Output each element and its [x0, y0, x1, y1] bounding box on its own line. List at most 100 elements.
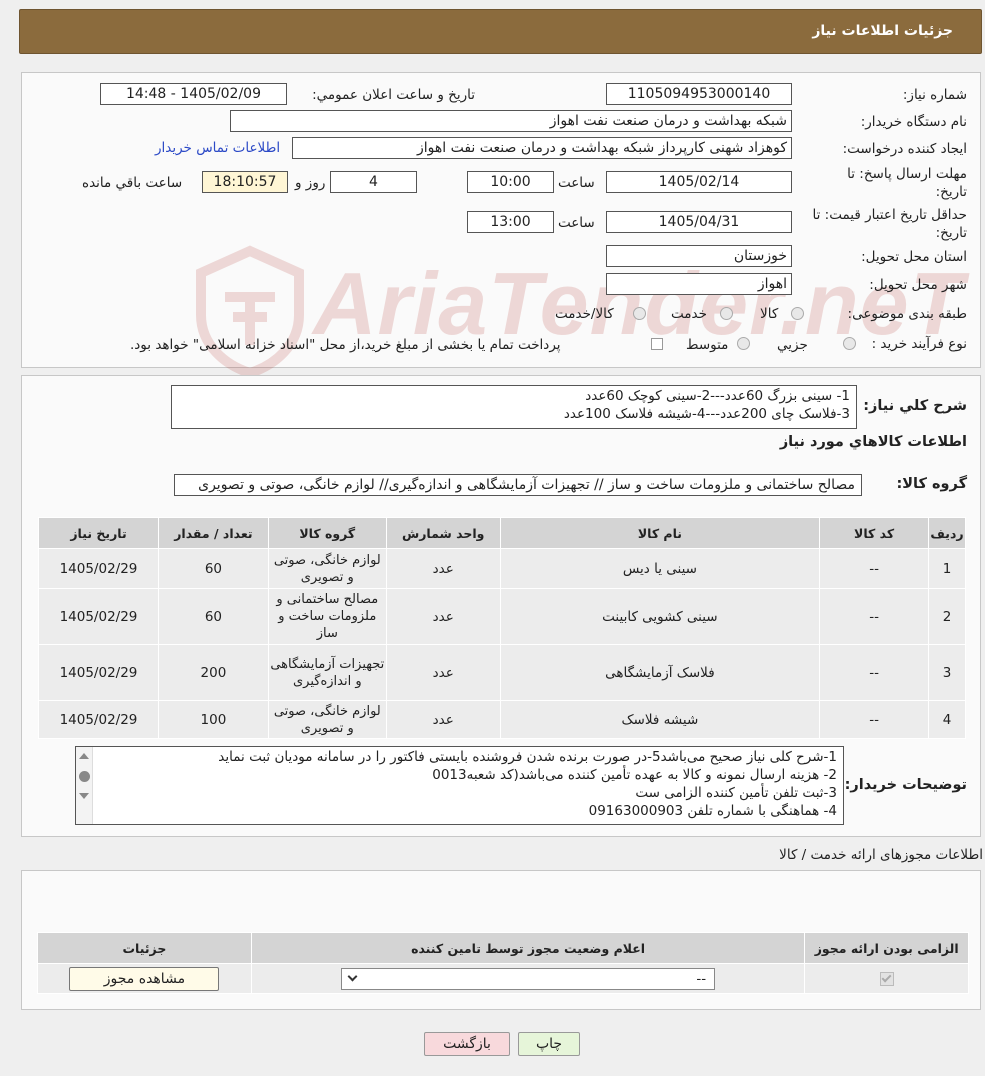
category-goods-label: کالا	[760, 306, 779, 322]
table-row: 2 -- سینی کشویی کابینت عدد مصالح ساختمان…	[38, 588, 966, 645]
days-field: 4	[330, 171, 417, 193]
cell-required	[804, 963, 969, 994]
category-goods-service-label: کالا/خدمت	[555, 306, 614, 322]
announce-field: 1405/02/09 - 14:48	[100, 83, 287, 105]
col-required: الزامی بودن ارائه مجوز	[804, 932, 969, 964]
cell-group: مصالح ساختمانی و ملزومات ساخت و ساز	[267, 588, 387, 645]
licenses-table-header: الزامی بودن ارائه مجوز اعلام وضعیت مجوز …	[37, 932, 969, 964]
view-license-button[interactable]: مشاهده مجوز	[69, 966, 220, 991]
col-status: اعلام وضعیت مجوز توسط تامین کننده	[250, 932, 806, 964]
check-icon	[881, 972, 892, 982]
validity-date-field: 1405/04/31	[606, 211, 792, 233]
summary-label: شرح کلي نياز:	[863, 398, 967, 414]
cell-code: --	[819, 548, 930, 589]
licenses-title: اطلاعات مجوزهای ارائه خدمت / کالا	[779, 847, 983, 863]
buyer-org-label: نام دستگاه خریدار:	[860, 114, 967, 130]
cell-date: 1405/02/29	[38, 548, 159, 589]
category-service-radio[interactable]	[720, 307, 733, 320]
table-row: 1 -- سینی یا دیس عدد لوازم خانگی، صوتی و…	[38, 548, 966, 589]
cell-qty: 60	[157, 588, 269, 645]
cell-index: 3	[928, 644, 966, 701]
goods-group-label: گروه کالا:	[896, 476, 967, 492]
table-row: 4 -- شیشه فلاسک عدد لوازم خانگی، صوتی و …	[38, 700, 966, 739]
process-minor-radio[interactable]	[843, 337, 856, 350]
buyer-notes-label: توضیحات خریدار:	[844, 777, 967, 793]
days-label: روز و	[295, 175, 326, 191]
category-label: طبقه بندی موضوعی:	[847, 306, 967, 322]
required-checkbox	[879, 971, 894, 986]
creator-field: کوهزاد شهنی کارپرداز شبکه بهداشت و درمان…	[292, 137, 792, 159]
cell-date: 1405/02/29	[38, 588, 159, 645]
status-select[interactable]: --	[341, 967, 716, 990]
page-title: جزئیات اطلاعات نیاز	[812, 23, 953, 39]
contact-buyer-link[interactable]: اطلاعات تماس خریدار	[155, 140, 280, 156]
chevron-down-icon	[347, 971, 358, 981]
announce-label: تاریخ و ساعت اعلان عمومي:	[312, 87, 475, 103]
category-goods-radio[interactable]	[791, 307, 804, 320]
col-code: کد کالا	[819, 517, 930, 549]
cell-date: 1405/02/29	[38, 700, 159, 739]
cell-status: --	[250, 963, 806, 994]
licenses-table: الزامی بودن ارائه مجوز اعلام وضعیت مجوز …	[37, 932, 969, 994]
col-date: تاریخ نیاز	[38, 517, 159, 549]
summary-line-1: 1- سینی بزرگ 60عدد---2-سینی کوچک 60عدد	[585, 388, 850, 404]
cell-name: سینی کشویی کابینت	[499, 588, 821, 645]
scroll-thumb[interactable]	[79, 771, 90, 782]
cell-index: 1	[928, 548, 966, 589]
validity-time-field: 13:00	[467, 211, 554, 233]
cell-code: --	[819, 700, 930, 739]
category-goods-service-radio[interactable]	[633, 307, 646, 320]
buyer-notes-line-4: 4- هماهنگی با شماره تلفن 09163000903	[588, 803, 837, 819]
scroll-up-icon[interactable]	[79, 753, 89, 759]
cell-unit: عدد	[385, 548, 501, 589]
process-checkbox[interactable]	[651, 338, 663, 350]
print-button[interactable]: چاپ	[518, 1032, 580, 1056]
col-index: رديف	[928, 517, 966, 549]
cell-index: 2	[928, 588, 966, 645]
cell-qty: 200	[157, 644, 269, 701]
cell-name: فلاسک آزمایشگاهی	[499, 644, 821, 701]
validity-label: حداقل تاریخ اعتبار قیمت: تا تاریخ:	[812, 207, 967, 241]
cell-group: تجهیزات آزمایشگاهی و اندازه‌گیری	[267, 644, 387, 701]
cell-code: --	[819, 644, 930, 701]
table-row: 3 -- فلاسک آزمایشگاهی عدد تجهیزات آزمایش…	[38, 644, 966, 701]
cell-name: سینی یا دیس	[499, 548, 821, 589]
cell-group: لوازم خانگی، صوتی و تصویری	[267, 548, 387, 589]
city-field: اهواز	[606, 273, 792, 295]
buyer-notes-scrollbar[interactable]	[76, 747, 93, 824]
buyer-notes-line-2: 2- هزینه ارسال نمونه و کالا به عهده تأمی…	[432, 767, 837, 783]
cell-qty: 60	[157, 548, 269, 589]
col-name: نام کالا	[499, 517, 821, 549]
deadline-date-field: 1405/02/14	[606, 171, 792, 193]
need-number-field: 1105094953000140	[606, 83, 792, 105]
buyer-notes-line-3: 3-ثبت تلفن تأمین کننده الزامی ست	[635, 785, 837, 801]
cell-name: شیشه فلاسک	[499, 700, 821, 739]
col-qty: تعداد / مقدار	[157, 517, 269, 549]
summary-line-2: 3-فلاسک چای 200عدد---4-شیشه فلاسک 100عدد	[563, 406, 850, 422]
goods-info-title: اطلاعات کالاهاي مورد نياز	[779, 434, 967, 450]
process-medium-radio[interactable]	[737, 337, 750, 350]
need-number-label: شماره نیاز:	[902, 87, 967, 103]
buyer-notes-line-1: 1-شرح کلی نیاز صحیح می‌باشد5-در صورت برن…	[218, 749, 837, 765]
buyer-org-field: شبکه بهداشت و درمان صنعت نفت اهواز	[230, 110, 792, 132]
page-header: جزئیات اطلاعات نیاز	[19, 9, 982, 54]
col-details: جزئیات	[37, 932, 252, 964]
category-service-label: خدمت	[671, 306, 707, 322]
validity-time-label: ساعت	[558, 215, 595, 231]
back-button[interactable]: بازگشت	[424, 1032, 510, 1056]
cell-unit: عدد	[385, 644, 501, 701]
col-group: گروه کالا	[267, 517, 387, 549]
scroll-down-icon[interactable]	[79, 793, 89, 799]
province-label: استان محل تحویل:	[861, 249, 967, 265]
summary-textarea: 1- سینی بزرگ 60عدد---2-سینی کوچک 60عدد 3…	[171, 385, 857, 429]
remaining-time-field: 18:10:57	[202, 171, 288, 193]
deadline-label: مهلت ارسال پاسخ: تا تاریخ:	[847, 166, 967, 200]
process-label: نوع فرآیند خرید :	[871, 336, 967, 352]
remaining-time-label: ساعت باقي مانده	[82, 175, 183, 191]
province-field: خوزستان	[606, 245, 792, 267]
process-medium-label: متوسط	[686, 337, 729, 353]
cell-index: 4	[928, 700, 966, 739]
table-row: -- مشاهده مجوز	[37, 963, 969, 994]
cell-unit: عدد	[385, 588, 501, 645]
status-select-value: --	[696, 970, 707, 987]
